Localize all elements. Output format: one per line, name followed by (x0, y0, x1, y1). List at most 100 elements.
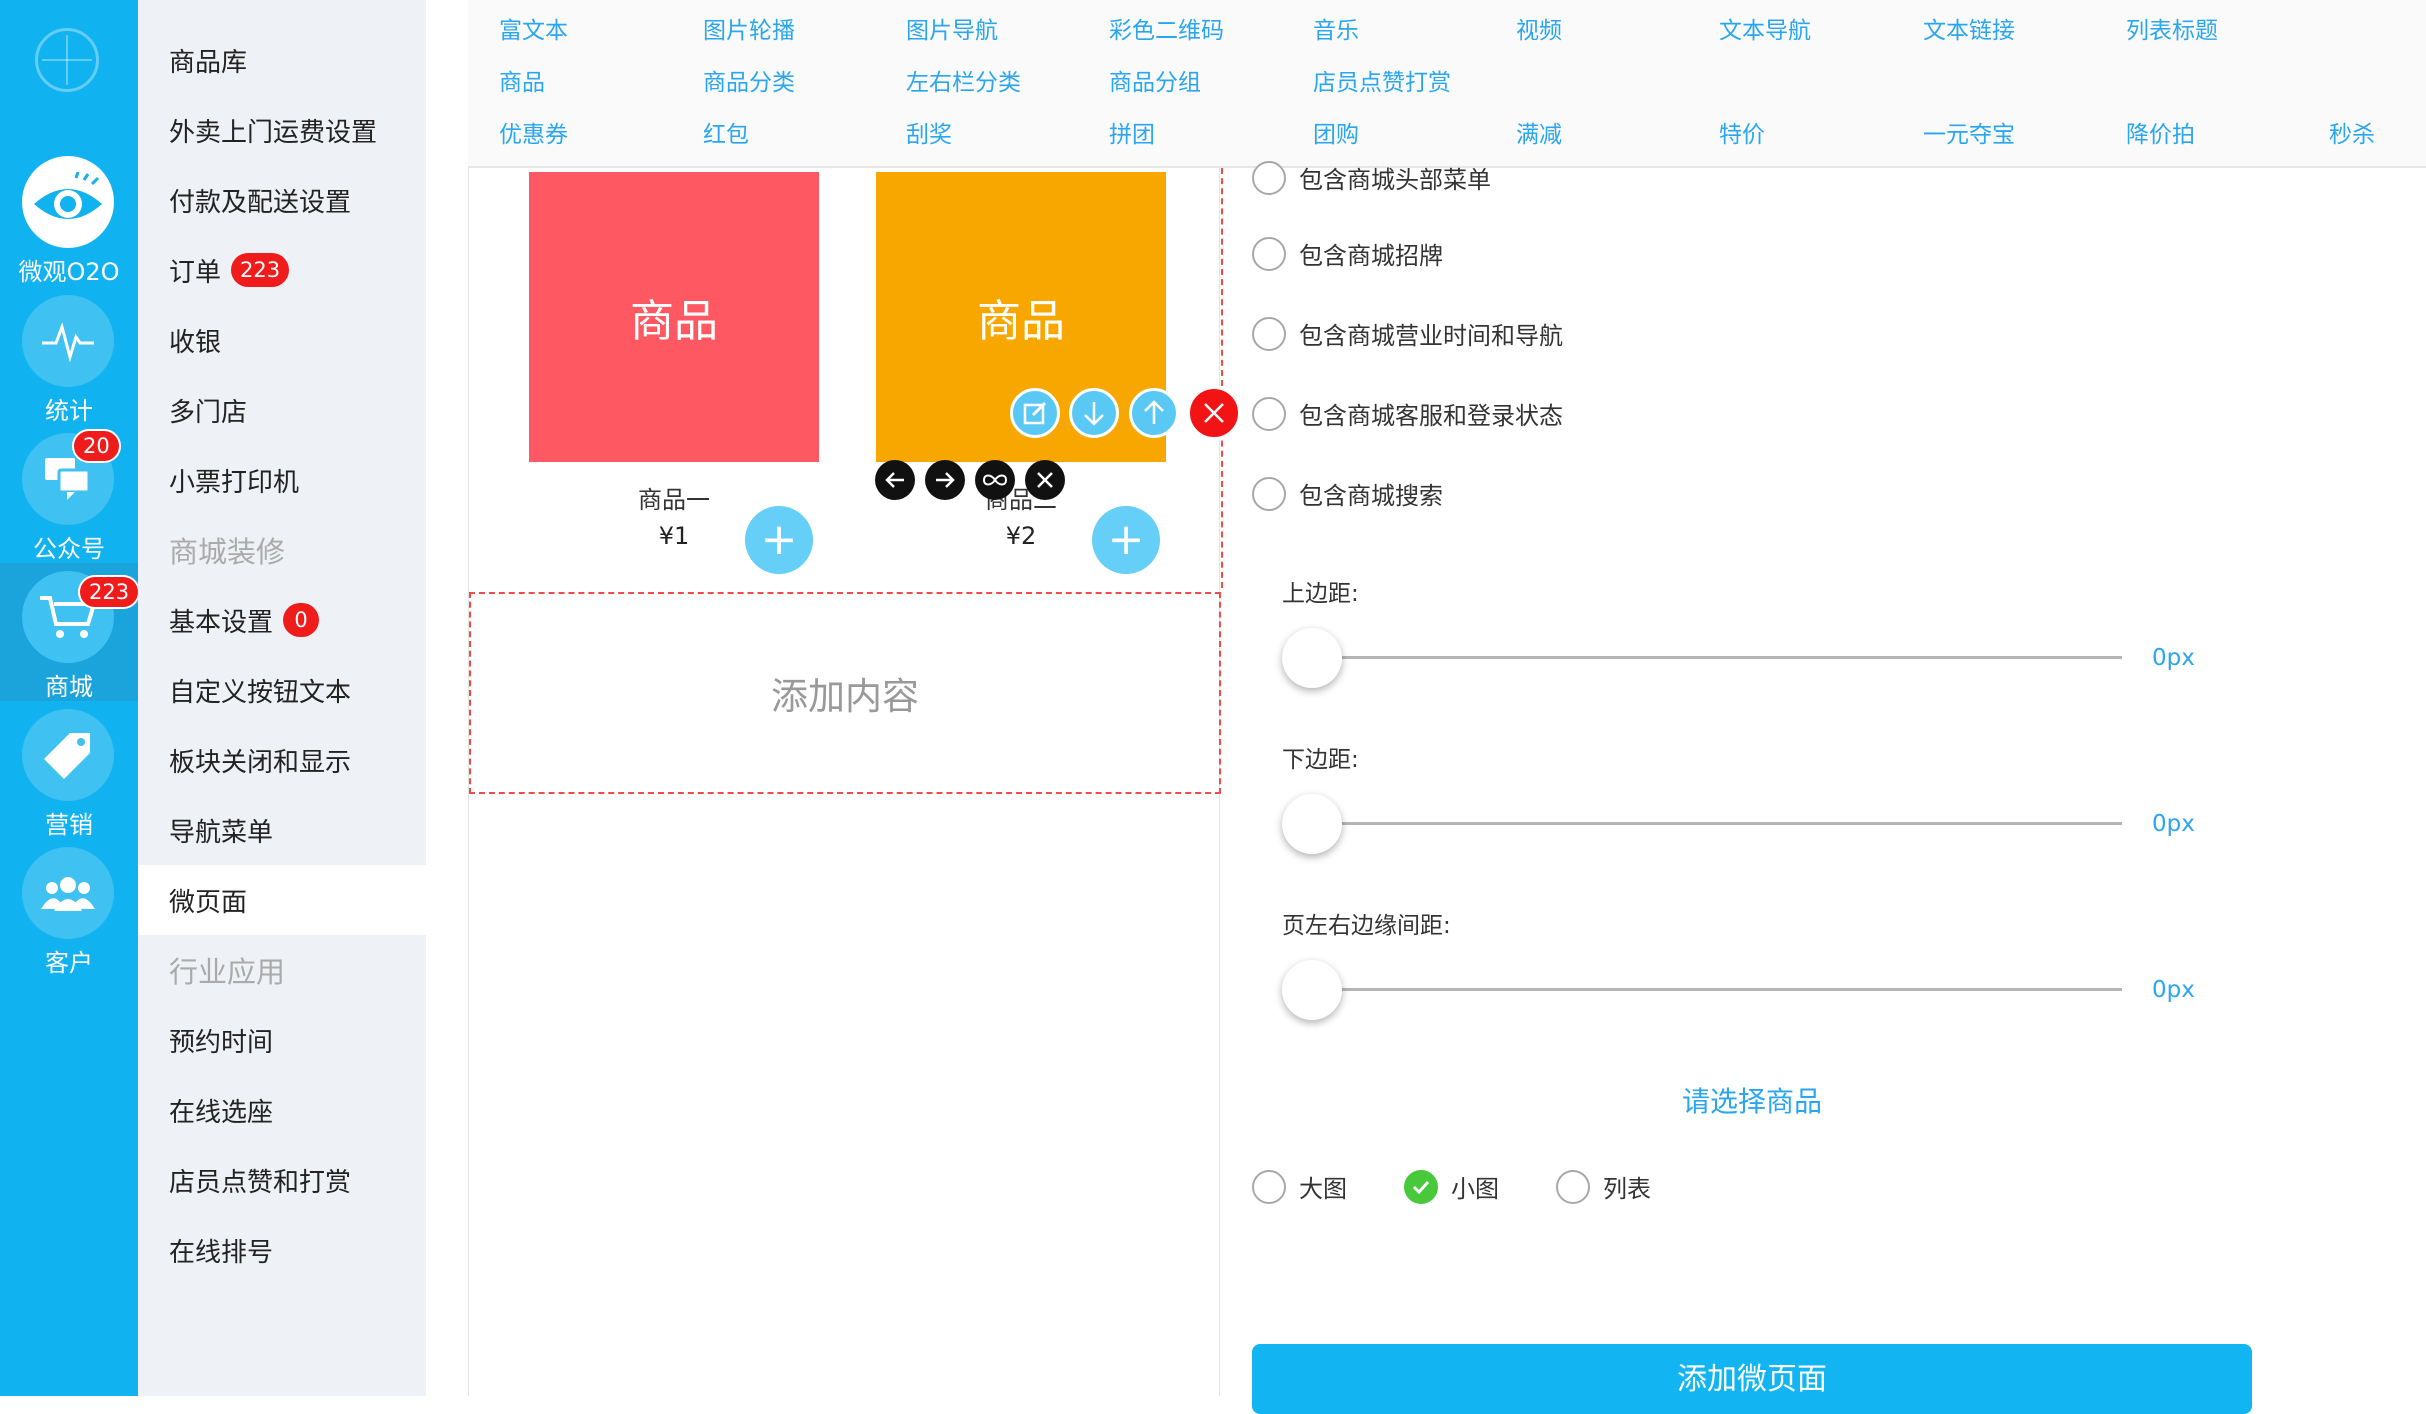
add-content-area[interactable]: 添加内容 (469, 592, 1221, 794)
subnav-item-nav-menu[interactable]: 导航菜单 (138, 795, 426, 865)
move-up-icon[interactable] (1129, 388, 1179, 438)
component-price-auction[interactable]: 降价拍 (2126, 115, 2195, 149)
subnav-section-decoration: 商城装修 (138, 515, 426, 585)
subnav-label: 基本设置 (169, 607, 274, 638)
side-margin-value: 0px (2152, 977, 2195, 1003)
radio-button[interactable] (1252, 1169, 1286, 1204)
option-hours-nav[interactable]: 包含商城营业时间和导航 (1252, 316, 1563, 351)
eye-icon (22, 156, 114, 248)
component-image-carousel[interactable]: 图片轮播 (703, 11, 795, 45)
component-list-title[interactable]: 列表标题 (2126, 11, 2218, 45)
component-side-category[interactable]: 左右栏分类 (906, 63, 1021, 97)
arrow-right-icon[interactable] (925, 460, 965, 500)
top-margin-handle[interactable] (1282, 628, 1342, 688)
top-margin-track[interactable] (1282, 656, 2122, 659)
goods-card[interactable]: 商品 (529, 172, 819, 462)
component-flash-sale[interactable]: 秒杀 (2329, 115, 2375, 149)
subnav-item-button-text[interactable]: 自定义按钮文本 (138, 655, 426, 725)
rail-item-mall[interactable]: 223 商城 (0, 563, 141, 701)
layout-option-list[interactable]: 列表 (1556, 1169, 1651, 1204)
component-goods-category[interactable]: 商品分类 (703, 63, 795, 97)
subnav-item-booking[interactable]: 预约时间 (138, 1005, 426, 1075)
subnav-item-printer[interactable]: 小票打印机 (138, 445, 426, 515)
rail-item-wechat[interactable]: 20 公众号 (0, 425, 138, 563)
subnav-item-queue[interactable]: 在线排号 (138, 1215, 426, 1285)
checkbox[interactable] (1252, 396, 1286, 431)
edit-icon[interactable] (1010, 388, 1060, 438)
layout-option-large[interactable]: 大图 (1252, 1169, 1347, 1204)
option-header-menu[interactable]: 包含商城头部菜单 (1252, 160, 1491, 195)
infinity-icon[interactable] (975, 460, 1015, 500)
component-text-nav[interactable]: 文本导航 (1719, 11, 1811, 45)
component-staff-tips[interactable]: 店员点赞打赏 (1313, 63, 1451, 97)
option-service-login[interactable]: 包含商城客服和登录状态 (1252, 396, 1563, 431)
rail-label: 微观O2O (18, 258, 120, 286)
component-toolbar: 富文本 图片轮播 图片导航 彩色二维码 音乐 视频 文本导航 文本链接 列表标题… (468, 0, 2426, 168)
checkbox[interactable] (1252, 160, 1286, 195)
checked-radio-icon[interactable] (1404, 1169, 1438, 1204)
option-label: 包含商城营业时间和导航 (1299, 322, 1563, 350)
component-text-link[interactable]: 文本链接 (1923, 11, 2015, 45)
option-label: 包含商城头部菜单 (1299, 166, 1491, 194)
rail-item-marketing[interactable]: 营销 (0, 701, 138, 839)
subnav-item-goods-library[interactable]: 商品库 (138, 25, 426, 95)
side-margin-track[interactable] (1282, 988, 2122, 991)
component-full-reduction[interactable]: 满减 (1516, 115, 1562, 149)
add-to-cart-button[interactable]: + (1092, 506, 1160, 574)
logo-icon (35, 28, 99, 92)
option-signboard[interactable]: 包含商城招牌 (1252, 236, 1443, 271)
subnav-item-cashier[interactable]: 收银 (138, 305, 426, 375)
goods-image: 商品 (529, 172, 819, 462)
add-micro-page-button[interactable]: 添加微页面 (1252, 1344, 2252, 1414)
add-to-cart-button[interactable]: + (745, 506, 813, 574)
arrow-left-icon[interactable] (875, 460, 915, 500)
subnav-item-block-toggle[interactable]: 板块关闭和显示 (138, 725, 426, 795)
component-video[interactable]: 视频 (1516, 11, 1562, 45)
select-goods-link[interactable]: 请选择商品 (1220, 1080, 2284, 1120)
checkbox[interactable] (1252, 236, 1286, 271)
subnav-label: 付款及配送设置 (169, 187, 352, 218)
layout-option-small[interactable]: 小图 (1404, 1169, 1499, 1204)
component-rich-text[interactable]: 富文本 (499, 11, 568, 45)
basic-settings-badge: 0 (283, 603, 320, 637)
rail-item-customers[interactable]: 客户 (0, 839, 138, 977)
component-red-packet[interactable]: 红包 (703, 115, 749, 149)
bottom-margin-track[interactable] (1282, 822, 2122, 825)
subnav-item-multi-store[interactable]: 多门店 (138, 375, 426, 445)
rail-label: 客户 (45, 949, 93, 977)
bottom-margin-value: 0px (2152, 811, 2195, 837)
settings-panel: 包含商城头部菜单 包含商城招牌 包含商城营业时间和导航 包含商城客服和登录状态 … (1220, 160, 2426, 1414)
subnav-item-orders[interactable]: 订单 223 (138, 235, 426, 305)
component-scratch[interactable]: 刮奖 (906, 115, 952, 149)
option-search[interactable]: 包含商城搜索 (1252, 476, 1443, 511)
component-image-nav[interactable]: 图片导航 (906, 11, 998, 45)
subnav-item-tips[interactable]: 店员点赞和打赏 (138, 1145, 426, 1215)
subnav-label: 订单 (169, 257, 222, 288)
subnav-label: 小票打印机 (169, 467, 300, 498)
checkbox[interactable] (1252, 316, 1286, 351)
component-one-yuan[interactable]: 一元夺宝 (1923, 115, 2015, 149)
component-goods[interactable]: 商品 (499, 63, 545, 97)
component-coupon[interactable]: 优惠券 (499, 115, 568, 149)
radio-button[interactable] (1556, 1169, 1590, 1204)
subnav-item-payment[interactable]: 付款及配送设置 (138, 165, 426, 235)
component-group-buy[interactable]: 拼团 (1109, 115, 1155, 149)
goods-module[interactable]: 商品 商品一 ¥1 + 商品 商品二 ¥2 + (469, 168, 1241, 592)
side-margin-handle[interactable] (1282, 960, 1342, 1020)
checkbox[interactable] (1252, 476, 1286, 511)
bottom-margin-handle[interactable] (1282, 794, 1342, 854)
component-color-qrcode[interactable]: 彩色二维码 (1109, 11, 1224, 45)
page-canvas: 商品 商品一 ¥1 + 商品 商品二 ¥2 + 添加内容 (468, 168, 1241, 1396)
component-team-purchase[interactable]: 团购 (1313, 115, 1359, 149)
component-goods-group[interactable]: 商品分组 (1109, 63, 1201, 97)
subnav-item-micro-page[interactable]: 微页面 (138, 865, 426, 935)
subnav-item-basic-settings[interactable]: 基本设置 0 (138, 585, 426, 655)
move-down-icon[interactable] (1069, 388, 1119, 438)
rail-item-stats[interactable]: 统计 (0, 287, 138, 425)
component-special-price[interactable]: 特价 (1719, 115, 1765, 149)
subnav-item-delivery-fee[interactable]: 外卖上门运费设置 (138, 95, 426, 165)
rail-item-o2o[interactable]: 微观O2O (0, 148, 138, 286)
close-icon[interactable] (1025, 460, 1065, 500)
subnav-item-seat[interactable]: 在线选座 (138, 1075, 426, 1145)
component-music[interactable]: 音乐 (1313, 11, 1359, 45)
